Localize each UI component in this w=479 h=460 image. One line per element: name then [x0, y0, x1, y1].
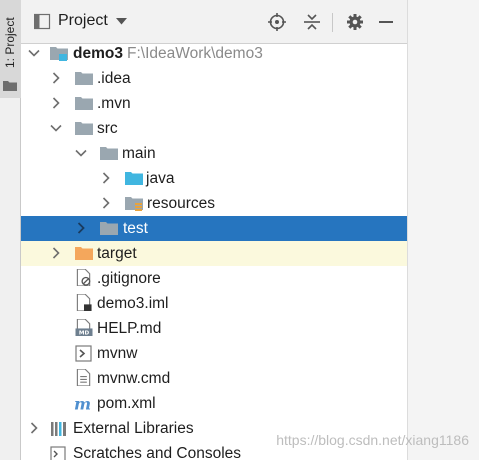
tree-label-idea: .idea: [97, 69, 131, 87]
collapse-all-button[interactable]: [303, 13, 321, 31]
tree-row-gitignore[interactable]: .gitignore: [21, 266, 407, 291]
tree-label-scratches-and-consoles: Scratches and Consoles: [73, 444, 242, 460]
chevron-right-icon[interactable]: [28, 422, 40, 434]
folder-icon: [75, 72, 93, 85]
markdown-file-icon: MD: [75, 319, 93, 336]
project-tool-tab[interactable]: 1: Project: [0, 0, 21, 98]
tree-label-demo3: demo3: [73, 44, 123, 62]
chevron-right-icon[interactable]: [100, 197, 112, 209]
source-folder-icon: [125, 172, 143, 185]
module-folder-icon: [50, 47, 68, 61]
tree-row-src[interactable]: src: [21, 116, 407, 141]
chevron-down-icon: [115, 17, 127, 24]
tree-label-java: java: [146, 169, 175, 187]
ignored-file-icon: [76, 269, 91, 286]
chevron-right-icon[interactable]: [100, 172, 112, 184]
tree-label-main: main: [122, 144, 156, 162]
tree-label-target: target: [97, 244, 137, 262]
tree-label-resources: resources: [147, 194, 216, 212]
tree-label-mvnw-cmd: mvnw.cmd: [97, 369, 171, 387]
tree-row-java[interactable]: java: [21, 166, 407, 191]
project-view-title: Project: [58, 12, 108, 29]
chevron-right-icon[interactable]: [50, 97, 62, 109]
project-tool-tab-label: 1: Project: [3, 17, 17, 69]
locate-icon: [268, 13, 286, 31]
tool-window-strip: 1: Project: [0, 0, 21, 460]
scratches-icon: [50, 446, 66, 460]
chevron-right-icon[interactable]: [75, 222, 87, 234]
tree-label-gitignore: .gitignore: [97, 269, 161, 287]
tree-label-demo3-iml: demo3.iml: [97, 294, 169, 312]
folder-icon: [75, 122, 93, 135]
tree-row-mvn[interactable]: .mvn: [21, 91, 407, 116]
tree-label-src: src: [97, 119, 118, 137]
tree-row-help-md[interactable]: MD HELP.md: [21, 316, 407, 341]
resources-folder-icon: [125, 197, 143, 211]
minimize-button[interactable]: [377, 13, 395, 31]
tree-path-demo3: F:\IdeaWork\demo3: [127, 44, 263, 62]
libraries-icon: [51, 422, 66, 436]
excluded-folder-icon: [75, 247, 93, 260]
project-view-icon: [34, 13, 51, 29]
tree-row-demo3-iml[interactable]: demo3.iml: [21, 291, 407, 316]
editor-area: [408, 0, 479, 460]
watermark-text: https://blog.csdn.net/xiang1186: [276, 432, 469, 448]
chevron-expanded-icon[interactable]: [50, 122, 62, 134]
folder-icon: [100, 147, 118, 160]
chevron-expanded-icon[interactable]: [75, 147, 87, 159]
tree-row-main[interactable]: main: [21, 141, 407, 166]
shell-script-icon: [75, 345, 92, 362]
tree-label-external-libraries: External Libraries: [73, 419, 194, 437]
header-separator: [332, 13, 333, 32]
tree-row-test[interactable]: test: [21, 216, 407, 241]
tree-row-resources[interactable]: resources: [21, 191, 407, 216]
tree-label-pom-xml: pom.xml: [97, 394, 156, 412]
tree-label-test: test: [123, 219, 148, 237]
chevron-right-icon[interactable]: [50, 247, 62, 259]
tree-label-help-md: HELP.md: [97, 319, 162, 337]
tree-row-mvnw[interactable]: mvnw: [21, 341, 407, 366]
locate-button[interactable]: [268, 13, 286, 31]
tree-row-mvnw-cmd[interactable]: mvnw.cmd: [21, 366, 407, 391]
svg-text:m: m: [74, 395, 91, 412]
collapse-all-icon: [304, 14, 320, 30]
tree-row-target[interactable]: target: [21, 241, 407, 266]
tree-row-pom-xml[interactable]: m pom.xml: [21, 391, 407, 416]
settings-button[interactable]: [346, 13, 364, 31]
folder-icon: [75, 97, 93, 110]
chevron-right-icon[interactable]: [50, 72, 62, 84]
iml-file-icon: [76, 294, 92, 311]
project-panel-header: Project: [21, 0, 407, 44]
project-panel: Project demo3 F:\IdeaWork\demo3 .idea .m…: [21, 0, 407, 460]
svg-text:MD: MD: [79, 331, 90, 336]
tree-row-demo3[interactable]: demo3 F:\IdeaWork\demo3: [21, 41, 407, 66]
maven-icon: m: [74, 395, 91, 412]
text-file-icon: [76, 369, 91, 386]
tree-label-mvn: .mvn: [97, 94, 131, 112]
folder-icon: [3, 81, 17, 91]
tree-row-idea[interactable]: .idea: [21, 66, 407, 91]
chevron-expanded-icon[interactable]: [28, 47, 40, 59]
minimize-icon: [379, 21, 393, 23]
gear-icon: [347, 14, 363, 30]
project-view-selector[interactable]: Project: [34, 12, 127, 30]
folder-icon: [100, 222, 118, 235]
tree-label-mvnw: mvnw: [97, 344, 138, 362]
